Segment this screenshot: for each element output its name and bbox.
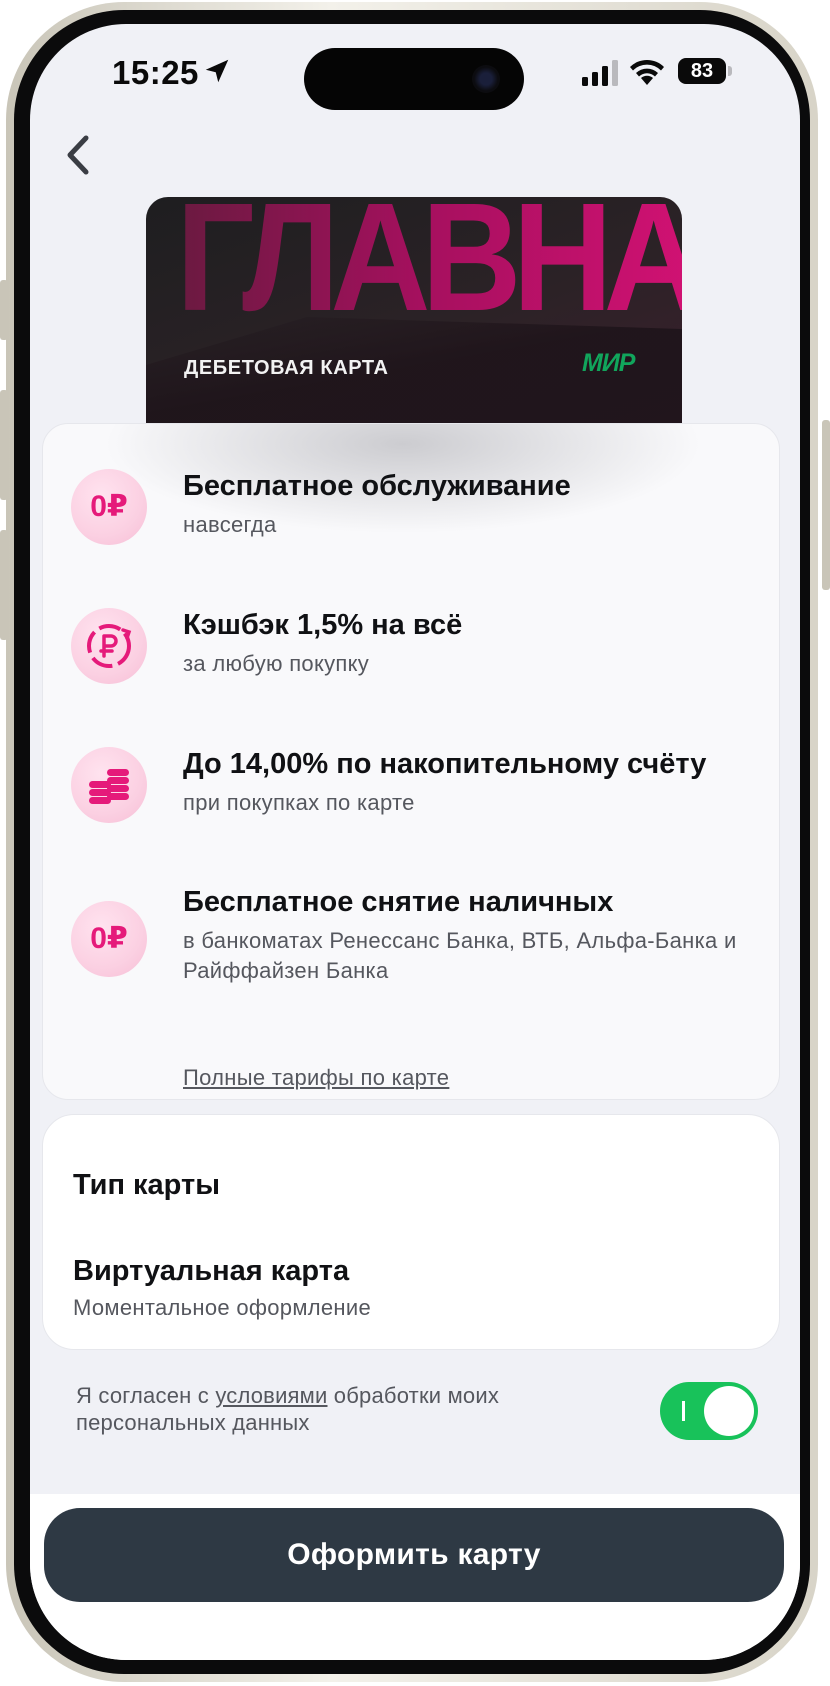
battery-icon: 83	[678, 58, 726, 84]
feature-title: Бесплатное снятие наличных	[183, 886, 614, 918]
card-type-label: ДЕБЕТОВАЯ КАРТА	[184, 357, 389, 379]
consent-prefix: Я согласен с	[76, 1383, 216, 1408]
card-type-section[interactable]: Тип карты Виртуальная карта Моментальное…	[42, 1114, 780, 1350]
location-arrow-icon	[205, 59, 229, 83]
card-type-option-name: Виртуальная карта	[73, 1255, 350, 1287]
app-screen: 15:25 83 ГЛАВНАЯ ДЕБЕТОВАЯ КАРТА МИР 0₽ …	[30, 24, 800, 1660]
dynamic-island	[304, 48, 524, 110]
consent-terms-link[interactable]: условиями	[215, 1383, 327, 1408]
feature-title: Бесплатное обслуживание	[183, 470, 571, 502]
phone-side-button	[0, 390, 8, 500]
full-tariffs-link[interactable]: Полные тарифы по карте	[183, 1065, 449, 1091]
feature-title: До 14,00% по накопительному счёту	[183, 748, 707, 780]
wifi-icon	[630, 59, 664, 85]
card-type-heading: Тип карты	[73, 1169, 220, 1201]
chevron-left-icon[interactable]	[56, 130, 100, 180]
coins-stack-glyph	[89, 769, 129, 804]
card-type-option-description: Моментальное оформление	[73, 1295, 371, 1320]
ruble-cashback-glyph	[87, 624, 132, 668]
consent-toggle[interactable]	[660, 1382, 758, 1440]
front-camera	[472, 65, 500, 93]
phone-side-button	[0, 530, 8, 640]
coins-stack-icon	[71, 747, 147, 823]
feature-subtitle: навсегда	[183, 512, 277, 537]
issue-card-button[interactable]: Оформить карту	[44, 1508, 784, 1602]
mir-logo: МИР	[582, 349, 635, 377]
feature-subtitle: при покупках по карте	[183, 790, 415, 815]
features-panel: 0₽ Бесплатное обслуживание навсегда Кэшб…	[42, 423, 780, 1100]
feature-subtitle: за любую покупку	[183, 651, 370, 676]
toggle-on-mark	[682, 1401, 685, 1421]
consent-text: Я согласен с условиями обработки моих пе…	[76, 1382, 596, 1436]
toggle-knob	[704, 1386, 754, 1436]
feature-subtitle: в банкоматах Ренессанс Банка, ВТБ, Альфа…	[183, 928, 737, 983]
ruble-cashback-icon	[71, 608, 147, 684]
debit-card-image: ГЛАВНАЯ ДЕБЕТОВАЯ КАРТА МИР	[146, 197, 682, 423]
phone-side-button	[0, 280, 8, 340]
zero-ruble-icon: 0₽	[71, 901, 147, 977]
zero-ruble-icon: 0₽	[71, 469, 147, 545]
cellular-signal-icon	[582, 60, 618, 86]
status-time: 15:25	[112, 54, 199, 91]
feature-title: Кэшбэк 1,5% на всё	[183, 609, 463, 641]
phone-side-button	[822, 420, 830, 590]
battery-tip	[728, 66, 732, 76]
